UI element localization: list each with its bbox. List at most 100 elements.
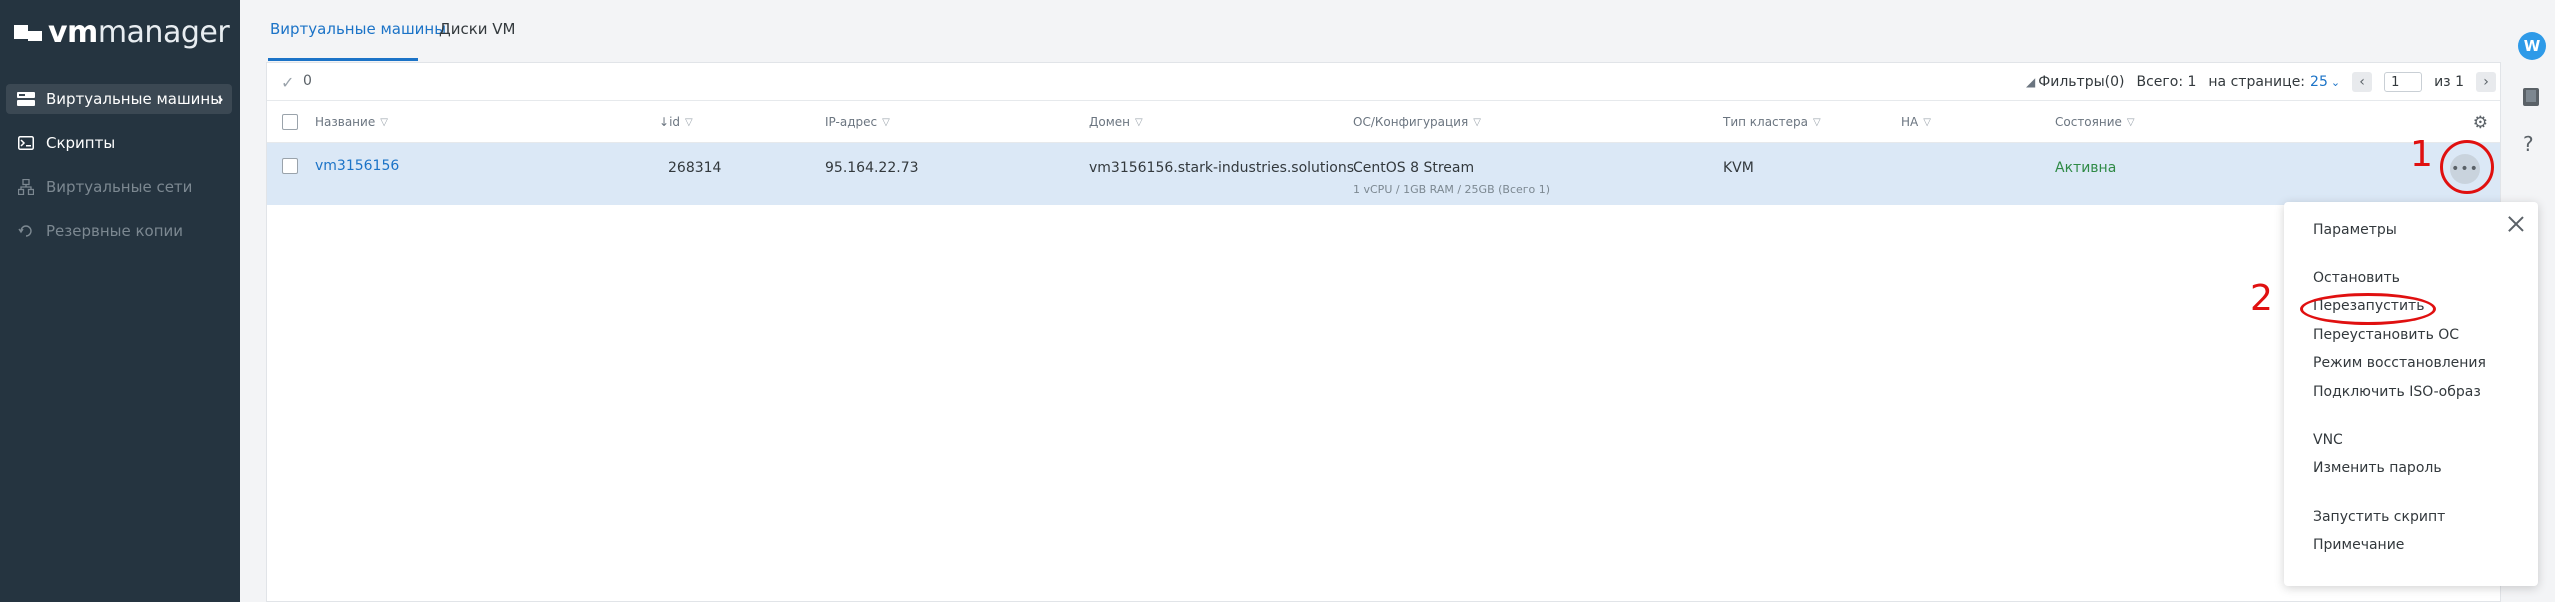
vm-ip: 95.164.22.73 [825, 160, 919, 176]
column-label: id [669, 115, 681, 129]
menu-item-note[interactable]: Примечание [2313, 537, 2404, 553]
column-label: HA [1901, 115, 1919, 129]
app-root: vmmanager Виртуальные машины › Скрипты В… [0, 0, 2555, 602]
vm-os: CentOS 8 Stream [1353, 160, 1475, 176]
selected-count: 0 [303, 73, 312, 89]
tab-vm-disks[interactable]: Диски VM [439, 20, 516, 38]
sidebar-item-label: Резервные копии [46, 222, 184, 240]
vm-domain: vm3156156.stark-industries.solutions [1089, 160, 1355, 176]
list-toolbar: ✓ 0 ◢ Фильтры(0) Всего: 1 на странице: 2… [267, 63, 2500, 101]
sidebar: vmmanager Виртуальные машины › Скрипты В… [0, 0, 240, 602]
vm-id: 268314 [668, 160, 722, 176]
column-header-os[interactable]: ОС/Конфигурация ▽ [1353, 115, 1481, 129]
sidebar-nav: Виртуальные машины › Скрипты Виртуальные… [6, 84, 232, 260]
annotation-ellipse-restart [2300, 293, 2436, 325]
next-page-button[interactable]: › [2476, 72, 2496, 92]
active-tab-indicator [268, 58, 418, 61]
gear-icon[interactable]: ⚙ [2473, 113, 2488, 133]
menu-item-change-password[interactable]: Изменить пароль [2313, 460, 2442, 476]
page-of-label: из 1 [2434, 74, 2464, 90]
chevron-right-icon: › [2483, 74, 2489, 90]
logo-vm-text: vm [48, 15, 98, 50]
menu-item-mount-iso[interactable]: Подключить ISO-образ [2313, 384, 2481, 400]
column-label: Домен [1089, 115, 1130, 129]
sidebar-item-label: Виртуальные машины [46, 90, 223, 108]
column-label: Состояние [2055, 115, 2122, 129]
column-header-cluster-type[interactable]: Тип кластера ▽ [1723, 115, 1821, 129]
filter-icon: ▽ [1135, 116, 1143, 128]
script-icon [16, 135, 36, 151]
column-header-domain[interactable]: Домен ▽ [1089, 115, 1143, 129]
page-input[interactable] [2384, 72, 2423, 92]
tabs-bar: Виртуальные машины Диски VM [240, 0, 2510, 62]
table-row[interactable]: vm3156156 268314 95.164.22.73 vm3156156.… [267, 143, 2500, 205]
row-actions-menu: Параметры Остановить Перезапустить Переу… [2284, 202, 2538, 586]
annotation-step-2: 2 [2250, 278, 2273, 319]
per-page-label: на странице: [2208, 74, 2306, 90]
total-count: Всего: 1 [2136, 74, 2197, 90]
vmmanager-logo[interactable]: vmmanager [14, 15, 230, 50]
column-header-name[interactable]: Название ▽ [315, 115, 388, 129]
menu-item-stop[interactable]: Остановить [2313, 270, 2400, 286]
avatar[interactable]: W [2518, 32, 2546, 60]
main-area: Виртуальные машины Диски VM ✓ 0 ◢ Фильтр… [240, 0, 2510, 602]
filter-icon: ▽ [882, 116, 890, 128]
logo-manager-text: manager [97, 15, 230, 50]
sidebar-item-virtual-machines[interactable]: Виртуальные машины › [6, 84, 232, 114]
filter-icon: ▽ [1923, 116, 1931, 128]
annotation-step-1: 1 [2410, 134, 2433, 175]
vm-cluster-type: KVM [1723, 160, 1754, 176]
sidebar-item-virtual-networks[interactable]: Виртуальные сети [6, 172, 232, 202]
annotation-circle-actions [2440, 140, 2494, 194]
menu-item-recovery-mode[interactable]: Режим восстановления [2313, 355, 2486, 371]
sort-desc-icon: ↓ [659, 115, 670, 129]
vm-name-link[interactable]: vm3156156 [315, 158, 399, 174]
sidebar-item-label: Скрипты [46, 134, 116, 152]
column-label: ОС/Конфигурация [1353, 115, 1469, 129]
servers-icon [16, 91, 36, 107]
per-page-select[interactable]: 25 ⌄ [2310, 74, 2340, 90]
per-page-control: на странице: 25 ⌄ [2208, 74, 2340, 90]
logo-text: vmmanager [48, 15, 230, 50]
filter-icon: ▽ [2126, 116, 2135, 128]
backup-icon [16, 223, 36, 239]
page-total: 1 [2455, 74, 2464, 90]
chevron-down-icon: ⌄ [2330, 76, 2341, 89]
sidebar-item-label: Виртуальные сети [46, 178, 193, 196]
network-icon [16, 179, 36, 195]
toolbar-right: ◢ Фильтры(0) Всего: 1 на странице: 25 ⌄ ‹… [2026, 71, 2496, 93]
menu-item-reinstall-os[interactable]: Переустановить ОС [2313, 327, 2459, 343]
select-all-checkbox[interactable] [282, 114, 298, 130]
column-header-id[interactable]: ↓ id ▽ [659, 115, 693, 129]
vm-config: 1 vCPU / 1GB RAM / 25GB (Всего 1) [1353, 183, 1551, 196]
tab-virtual-machines[interactable]: Виртуальные машины [270, 20, 446, 38]
menu-item-run-script[interactable]: Запустить скрипт [2313, 509, 2445, 525]
per-page-value: 25 [2310, 74, 2328, 90]
column-label: Название [315, 115, 376, 129]
checkmark-icon: ✓ [281, 73, 295, 92]
column-label: Тип кластера [1723, 115, 1809, 129]
column-header-ha[interactable]: HA ▽ [1901, 115, 1931, 129]
sidebar-item-backups[interactable]: Резервные копии [6, 216, 232, 246]
table-header: Название ▽ ↓ id ▽ IP-адрес ▽ Домен ▽ ОС/Конфи… [267, 101, 2500, 143]
vm-list-panel: ✓ 0 ◢ Фильтры(0) Всего: 1 на странице: 2… [266, 62, 2501, 602]
filters-button[interactable]: ◢ Фильтры(0) [2026, 74, 2125, 90]
help-icon[interactable]: ? [2523, 132, 2534, 156]
close-icon[interactable] [2506, 214, 2526, 234]
logo-mark-icon [14, 21, 44, 45]
filter-icon: ▽ [380, 116, 388, 128]
prev-page-button[interactable]: ‹ [2352, 72, 2373, 92]
sidebar-item-scripts[interactable]: Скрипты [6, 128, 232, 158]
filters-label: Фильтры(0) [2038, 74, 2125, 90]
book-icon[interactable] [2523, 88, 2539, 106]
filter-icon: ◢ [2025, 75, 2036, 89]
chevron-right-icon: › [216, 89, 224, 110]
menu-item-parameters[interactable]: Параметры [2313, 222, 2397, 238]
filter-icon: ▽ [685, 116, 693, 128]
page-of-text: из [2434, 74, 2451, 90]
column-header-ip[interactable]: IP-адрес ▽ [825, 115, 890, 129]
row-checkbox[interactable] [282, 158, 298, 174]
menu-item-vnc[interactable]: VNC [2313, 432, 2343, 448]
column-header-status[interactable]: Состояние ▽ [2055, 115, 2135, 129]
chevron-left-icon: ‹ [2359, 74, 2365, 90]
